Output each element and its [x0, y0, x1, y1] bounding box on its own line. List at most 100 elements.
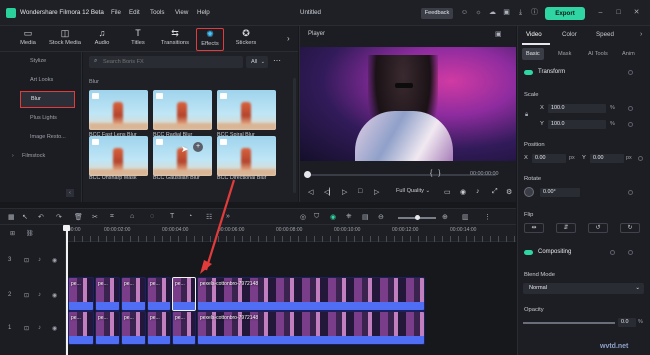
sidebar-item-plus-lights[interactable]: Plus Lights	[0, 111, 82, 125]
volume-icon[interactable]: ♪	[476, 188, 480, 195]
render-icon[interactable]: ◎	[300, 213, 306, 221]
undo-icon[interactable]: ↶	[38, 213, 44, 221]
tab-color[interactable]: Color	[562, 31, 577, 38]
delete-icon[interactable]: 🗑︎	[74, 213, 83, 221]
timeline-clip[interactable]: pe...	[121, 311, 146, 345]
mark-in-out-icon[interactable]: { }	[430, 170, 441, 177]
zoom-in-icon[interactable]: ⊕	[442, 213, 448, 221]
rotate-left-button[interactable]: ↺	[588, 223, 608, 233]
search-input[interactable]	[103, 57, 238, 67]
playhead[interactable]	[66, 225, 68, 355]
settings-icon[interactable]: ⚙	[506, 188, 512, 196]
chevron-right-icon[interactable]: ›	[640, 31, 642, 38]
snap-icon[interactable]: ◉	[330, 213, 336, 221]
tab-effects[interactable]: ✺ Effects	[196, 28, 224, 51]
effect-thumb-directional-blur[interactable]	[217, 136, 276, 176]
camera-icon[interactable]: ◉	[460, 188, 466, 196]
keyframe-icon[interactable]	[628, 190, 633, 195]
sidebar-item-image-resto[interactable]: Image Resto...	[0, 130, 82, 144]
mute-icon[interactable]: ♪	[38, 292, 41, 298]
shield-icon[interactable]: ⛉	[314, 213, 319, 221]
rotate-right-button[interactable]: ↻	[620, 223, 640, 233]
timeline-clip[interactable]: pexels-cottonbro-7972148	[197, 277, 425, 311]
subtab-anim[interactable]: Anim	[618, 48, 639, 60]
more-icon[interactable]: ⋮	[484, 213, 491, 221]
zoom-out-icon[interactable]: ⊖	[378, 213, 384, 221]
text-tool-icon[interactable]: T	[170, 213, 174, 220]
lock-icon[interactable]: ⊡	[24, 325, 29, 332]
opacity-field[interactable]: 0.0	[618, 318, 636, 327]
keyframe-icon[interactable]	[628, 106, 633, 111]
compositing-toggle[interactable]	[524, 250, 533, 255]
position-y-field[interactable]: 0.00	[590, 154, 624, 163]
scale-y-field[interactable]: 100.0	[548, 120, 606, 129]
stop-icon[interactable]: □	[358, 188, 362, 195]
sidebar-item-blur[interactable]: Blur	[20, 91, 75, 108]
rotate-dial[interactable]	[524, 187, 534, 197]
eye-icon[interactable]: ◉	[52, 257, 57, 264]
more-tools-icon[interactable]: »	[226, 213, 230, 220]
subtab-ai-tools[interactable]: AI Tools	[584, 48, 612, 60]
timeline-tracks[interactable]: pe... pe... pe... pe... pe... pexels-cot…	[66, 242, 516, 355]
filter-dropdown[interactable]: All ⌄	[246, 56, 268, 68]
tab-speed[interactable]: Speed	[596, 31, 614, 38]
cloud-icon[interactable]: ☁	[488, 8, 497, 17]
scrubber-handle[interactable]	[304, 171, 311, 178]
reset-icon[interactable]	[610, 250, 615, 255]
timeline-clip[interactable]: pe...	[147, 277, 171, 311]
tag-icon[interactable]: ⌂	[130, 213, 134, 220]
reset-icon[interactable]	[628, 70, 633, 75]
collapse-sidebar-icon[interactable]: ‹	[66, 189, 74, 197]
lock-icon[interactable]: ⊡	[24, 292, 29, 299]
minimize-icon[interactable]: –	[596, 8, 605, 17]
subtab-mask[interactable]: Mask	[554, 48, 575, 60]
eye-icon[interactable]: ◉	[52, 325, 57, 332]
export-button[interactable]: Export	[545, 7, 585, 20]
download-icon[interactable]: ⤓	[516, 8, 525, 17]
tab-audio[interactable]: ♫ Audio	[90, 28, 114, 51]
timeline-clip[interactable]: pe...	[121, 277, 146, 311]
zoom-slider-handle[interactable]	[415, 215, 420, 220]
lock-icon[interactable]: ⊡	[24, 257, 29, 264]
timeline-clip[interactable]: pe...	[147, 311, 171, 345]
flip-vertical-button[interactable]: ⇵	[556, 223, 576, 233]
flip-horizontal-button[interactable]: ⇹	[524, 223, 544, 233]
grid-icon[interactable]: ▦	[8, 213, 15, 221]
adjust-icon[interactable]: ☷	[206, 213, 212, 221]
timeline-clip-selected[interactable]: pe...	[172, 277, 196, 311]
effects-scrollbar[interactable]	[293, 78, 296, 193]
menu-help[interactable]: Help	[197, 9, 210, 16]
quality-dropdown[interactable]: Full Quality ⌄	[396, 188, 430, 194]
keyframe-icon[interactable]	[628, 250, 633, 255]
effect-thumb-fast-lens-blur[interactable]	[89, 90, 148, 130]
keyframe-icon[interactable]	[628, 122, 633, 127]
maximize-icon[interactable]: □	[614, 8, 623, 17]
layout-icon[interactable]: ▥	[462, 213, 469, 221]
timeline-clip[interactable]: pe...	[68, 277, 94, 311]
blend-mode-dropdown[interactable]: Normal ⌄	[523, 283, 644, 294]
close-icon[interactable]: ✕	[632, 8, 641, 17]
screenshot-icon[interactable]: ▭	[444, 188, 451, 196]
position-x-field[interactable]: 0.00	[532, 154, 566, 163]
feedback-button[interactable]: Feedback	[421, 8, 453, 19]
subtab-basic[interactable]: Basic	[522, 48, 544, 60]
scale-x-field[interactable]: 100.0	[548, 104, 606, 113]
play-back-icon[interactable]: ◁▏	[324, 188, 335, 196]
menu-tools[interactable]: Tools	[150, 9, 164, 16]
audio-mix-icon[interactable]: ▤	[362, 213, 369, 221]
timeline-clip[interactable]: pe...	[68, 311, 94, 345]
sidebar-item-art-looks[interactable]: Art Looks	[0, 73, 82, 87]
tab-stickers[interactable]: ✪ Stickers	[232, 28, 260, 51]
chevron-right-icon[interactable]: ›	[287, 34, 290, 43]
ai-icon[interactable]: ◌	[150, 213, 154, 220]
timeline-clip[interactable]: pe...	[172, 311, 196, 345]
timeline-clip[interactable]: pe...	[95, 277, 120, 311]
effect-thumb-unsharp-mask[interactable]	[89, 136, 148, 176]
speed-icon[interactable]: ◔	[188, 213, 192, 220]
tab-stock-media[interactable]: ◫ Stock Media	[46, 28, 84, 51]
timeline-clip[interactable]: pexels-cottonbro-7972148	[197, 311, 425, 345]
effect-thumb-radial-blur[interactable]	[153, 90, 212, 130]
play-icon[interactable]: ▷	[342, 188, 347, 196]
prev-frame-icon[interactable]: ◁	[308, 188, 313, 196]
playback-scrubber[interactable]	[306, 174, 496, 176]
